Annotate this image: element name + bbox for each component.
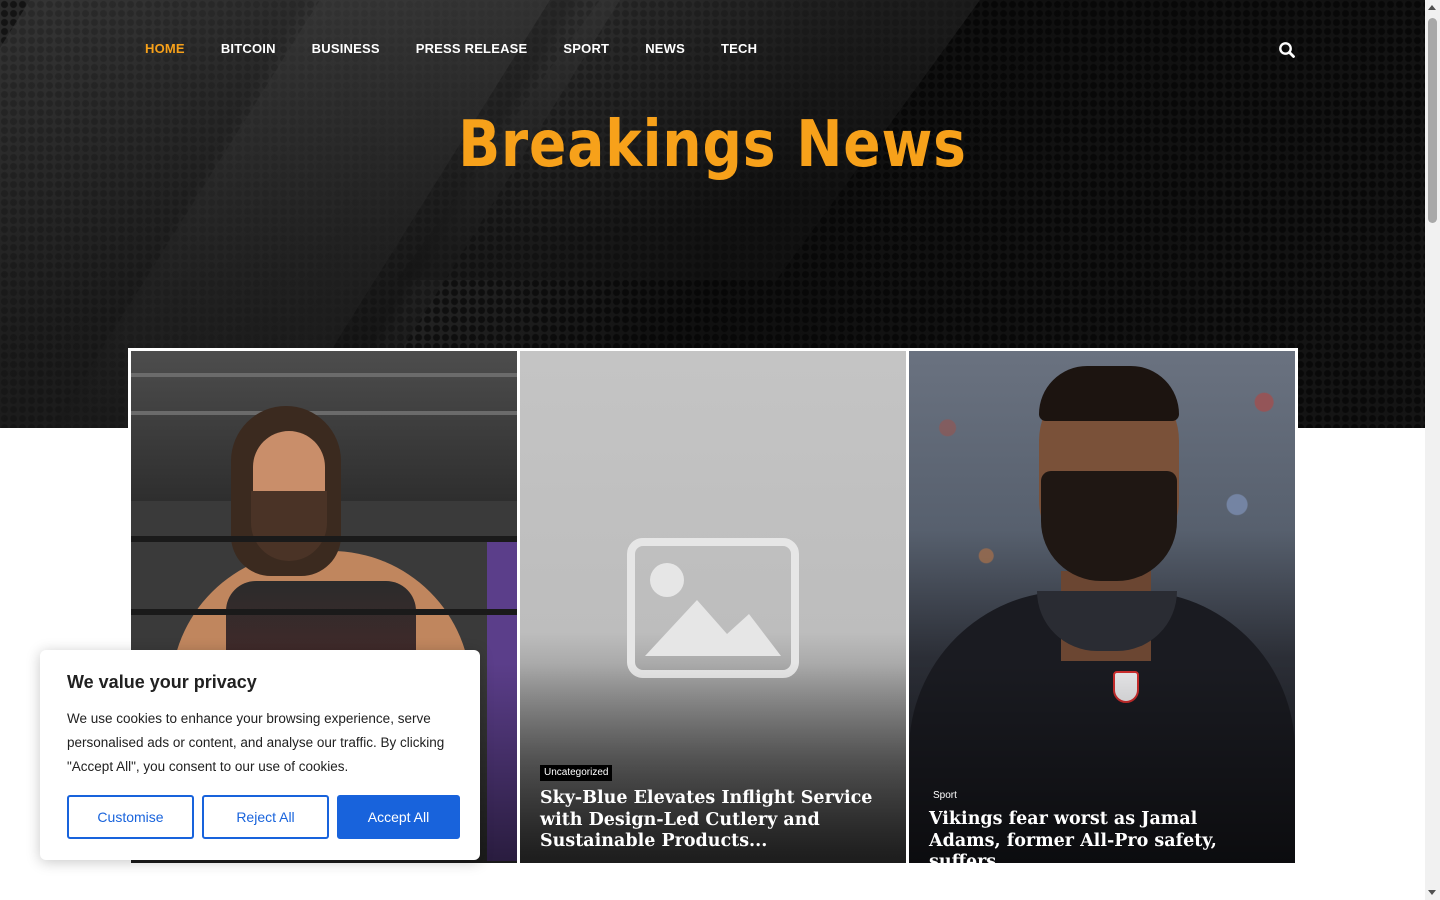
nav-item-bitcoin[interactable]: BITCOIN [221, 38, 276, 60]
nav-item-home[interactable]: HOME [145, 38, 185, 60]
scroll-up-arrow-icon[interactable] [1428, 5, 1436, 10]
scroll-down-arrow-icon[interactable] [1428, 890, 1436, 895]
cookie-title: We value your privacy [67, 672, 257, 692]
featured-card-3[interactable]: Sport Vikings fear worst as Jamal Adams,… [909, 351, 1295, 863]
nav-item-press-release[interactable]: PRESS RELEASE [416, 38, 528, 60]
accept-all-button[interactable]: Accept All [337, 795, 460, 839]
post-title[interactable]: Sky-Blue Elevates Inflight Service with … [540, 788, 882, 853]
image-detail [1041, 471, 1177, 581]
main-nav: HOME BITCOIN BUSINESS PRESS RELEASE SPOR… [145, 38, 757, 60]
reject-all-button[interactable]: Reject All [202, 795, 329, 839]
page-scrollbar[interactable] [1425, 0, 1440, 900]
category-badge[interactable]: Uncategorized [540, 765, 613, 781]
image-detail [1039, 366, 1179, 421]
image-detail [131, 373, 517, 377]
nav-item-news[interactable]: NEWS [645, 38, 685, 60]
image-detail [131, 609, 517, 615]
post-title[interactable]: Vikings fear worst as Jamal Adams, forme… [929, 809, 1271, 863]
customise-button[interactable]: Customise [67, 795, 194, 839]
category-badge[interactable]: Sport [929, 788, 961, 804]
nav-item-business[interactable]: BUSINESS [312, 38, 380, 60]
nav-item-tech[interactable]: TECH [721, 38, 757, 60]
image-detail [131, 536, 517, 542]
cookie-consent-banner: We value your privacy We use cookies to … [40, 650, 480, 860]
featured-card-2[interactable]: Uncategorized Sky-Blue Elevates Inflight… [520, 351, 906, 863]
nav-item-sport[interactable]: SPORT [563, 38, 609, 60]
image-placeholder-icon [627, 538, 799, 678]
site-title[interactable]: Breakings News [100, 108, 1326, 182]
image-detail [131, 411, 517, 415]
search-icon[interactable] [1277, 40, 1297, 60]
cookie-text: We use cookies to enhance your browsing … [67, 711, 445, 774]
scrollbar-thumb[interactable] [1428, 18, 1437, 223]
cookie-buttons: Customise Reject All Accept All [67, 795, 460, 839]
